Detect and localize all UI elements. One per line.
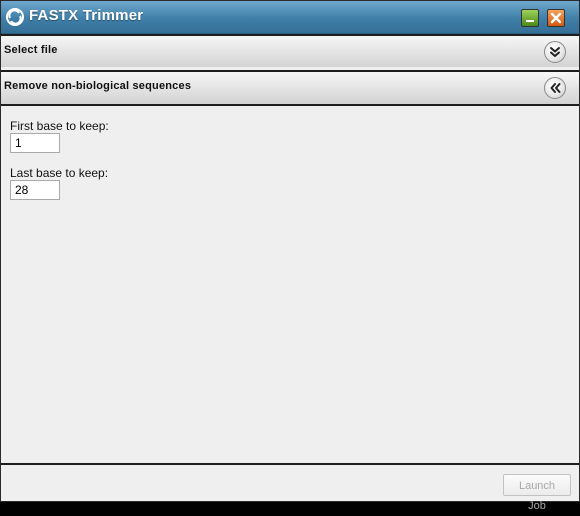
last-base-input[interactable] — [10, 180, 60, 200]
section-content: First base to keep: Last base to keep: — [1, 107, 579, 463]
footer-bar: Launch Job — [1, 463, 579, 512]
launch-job-button[interactable]: Launch Job — [503, 474, 571, 512]
titlebar[interactable]: FASTX Trimmer — [1, 1, 579, 34]
section-header-select-file[interactable]: Select file — [1, 34, 579, 67]
minimize-button[interactable] — [521, 9, 539, 27]
double-chevron-down-icon — [550, 47, 560, 57]
window-title: FASTX Trimmer — [29, 7, 144, 24]
close-icon — [550, 12, 562, 24]
section-header-remove-non-biological[interactable]: Remove non-biological sequences — [1, 70, 579, 106]
last-base-label: Last base to keep: — [10, 166, 109, 180]
first-base-label: First base to keep: — [10, 119, 109, 133]
expand-toggle-button[interactable] — [544, 41, 566, 63]
fastx-trimmer-window: FASTX Trimmer Select file Remove non-bio… — [0, 0, 580, 512]
section-label-remove-non-biological: Remove non-biological sequences — [4, 80, 192, 92]
section-label-select-file: Select file — [4, 44, 58, 56]
double-chevron-left-icon — [550, 83, 561, 93]
first-base-input[interactable] — [10, 133, 60, 153]
close-button[interactable] — [547, 9, 565, 27]
collapse-toggle-button[interactable] — [544, 77, 566, 99]
app-logo-icon — [5, 7, 25, 27]
